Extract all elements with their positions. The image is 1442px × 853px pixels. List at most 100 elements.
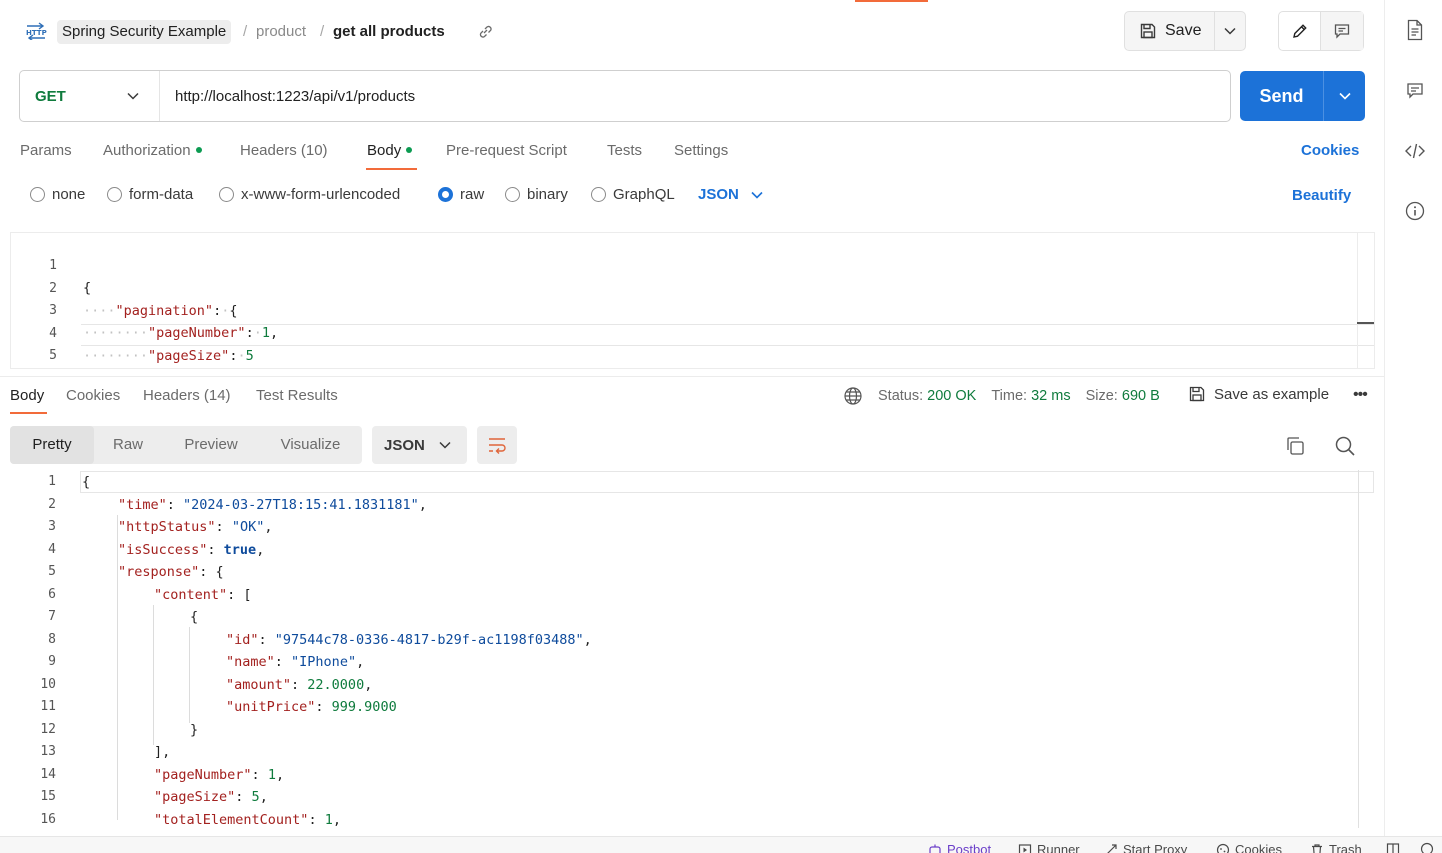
radio-form-data[interactable]: form-data [107, 186, 193, 203]
link-icon[interactable] [477, 23, 494, 40]
tab-label: Authorization [103, 142, 191, 159]
radio-raw[interactable]: raw [438, 186, 484, 203]
editor-scrollbar[interactable] [1358, 470, 1359, 828]
response-meta: Status: 200 OK Time: 32 ms Size: 690 B [843, 386, 1160, 406]
tab-params[interactable]: Params [20, 142, 72, 159]
wrap-lines-button[interactable] [477, 426, 517, 464]
runner-icon [1018, 843, 1032, 853]
code-text: "name": "IPhone", [226, 654, 365, 670]
beautify-button[interactable]: Beautify [1292, 187, 1351, 204]
save-as-example-button[interactable]: Save as example [1188, 385, 1329, 403]
breadcrumb-folder[interactable]: product [256, 20, 306, 44]
response-tab-headers[interactable]: Headers (14) [143, 387, 231, 404]
chevron-down-icon [751, 191, 763, 199]
radio-circle [591, 187, 606, 202]
line-number: 14 [40, 766, 56, 782]
request-body-editor[interactable]: 1 { 2 ····"pagination":·{ 3 ········"pag… [10, 232, 1375, 369]
radio-circle-selected [438, 187, 453, 202]
tab-count: (10) [300, 142, 328, 159]
request-name[interactable]: get all products [333, 20, 445, 44]
tab-pre-request-script[interactable]: Pre-request Script [446, 142, 567, 159]
tab-label: Headers [143, 387, 200, 404]
code-text: "content": [ [154, 586, 252, 603]
save-button[interactable]: Save [1125, 12, 1216, 50]
help-button[interactable] [1420, 842, 1434, 853]
send-button[interactable]: Send [1240, 71, 1324, 121]
copy-icon[interactable] [1284, 435, 1306, 457]
tab-label: Headers [240, 142, 297, 159]
cookies-status-button[interactable]: Cookies [1216, 842, 1282, 853]
comment-icon [1334, 24, 1350, 39]
active-tab-indicator [10, 412, 47, 414]
document-icon[interactable] [1404, 19, 1426, 41]
body-format-label: JSON [698, 186, 739, 203]
view-tab-raw[interactable]: Raw [102, 426, 154, 464]
code-line: 1{ [10, 471, 1356, 493]
send-options-caret[interactable] [1324, 71, 1365, 121]
runner-button[interactable]: Runner [1018, 842, 1080, 853]
radio-none[interactable]: none [30, 186, 85, 203]
code-text: "totalElementCount": 1, [154, 811, 341, 828]
edit-comment-group [1278, 11, 1364, 51]
save-options-caret[interactable] [1215, 12, 1245, 50]
response-tab-cookies[interactable]: Cookies [66, 387, 120, 404]
code-line: 6 } [11, 346, 1357, 368]
size-value[interactable]: 690 B [1122, 388, 1160, 404]
tab-settings[interactable]: Settings [674, 142, 728, 159]
code-text: "pageNumber": 1, [154, 766, 285, 783]
comments-button[interactable] [1321, 12, 1363, 50]
postbot-button[interactable]: Postbot [928, 842, 991, 853]
layout-toggle-button[interactable] [1386, 842, 1400, 853]
radio-circle [30, 187, 45, 202]
code-line: 4 "isSuccess": true, [10, 539, 1356, 561]
more-options-button[interactable]: ••• [1353, 386, 1368, 404]
time-value[interactable]: 32 ms [1031, 388, 1071, 404]
globe-icon[interactable] [843, 386, 863, 406]
tab-tests[interactable]: Tests [607, 142, 642, 159]
breadcrumb-collection[interactable]: Spring Security Example [57, 20, 232, 44]
status-dot [406, 147, 413, 154]
proxy-icon [1106, 843, 1117, 853]
radio-label: x-www-form-urlencoded [241, 186, 401, 203]
radio-label: GraphQL [613, 186, 675, 203]
pane-divider[interactable] [0, 376, 1384, 377]
trash-label: Trash [1329, 842, 1362, 853]
code-line: 15 "pageSize": 5, [10, 786, 1356, 808]
start-proxy-button[interactable]: Start Proxy [1104, 842, 1187, 853]
code-icon[interactable] [1404, 140, 1426, 162]
response-tab-body[interactable]: Body [10, 387, 44, 404]
send-button-group: Send [1240, 71, 1365, 121]
line-number: 13 [40, 744, 56, 759]
view-tab-preview[interactable]: Preview [173, 426, 249, 464]
url-input[interactable] [160, 71, 1230, 121]
info-icon[interactable] [1404, 200, 1426, 222]
tab-body[interactable]: Body [367, 142, 413, 159]
view-tab-pretty[interactable]: Pretty [10, 426, 94, 464]
view-tab-visualize[interactable]: Visualize [268, 426, 353, 464]
response-body-viewer[interactable]: 1{2 "time": "2024-03-27T18:15:41.1831181"… [10, 470, 1375, 828]
cookies-link[interactable]: Cookies [1301, 142, 1359, 159]
body-format-select[interactable]: JSON [698, 186, 763, 203]
pencil-icon [1292, 24, 1307, 38]
status-value[interactable]: 200 OK [927, 388, 976, 404]
radio-binary[interactable]: binary [505, 186, 568, 203]
response-format-label: JSON [384, 436, 425, 454]
radio-graphql[interactable]: GraphQL [591, 186, 675, 203]
search-icon[interactable] [1334, 435, 1356, 457]
tab-headers[interactable]: Headers (10) [240, 142, 328, 159]
save-icon [1189, 386, 1205, 402]
method-select[interactable]: GET [20, 71, 160, 121]
code-line: 5 "response": { [10, 561, 1356, 583]
request-header: HTTP Spring Security Example / product /… [0, 0, 1384, 62]
edit-button[interactable] [1279, 12, 1321, 50]
response-tab-test-results[interactable]: Test Results [256, 387, 338, 404]
tab-label: Body [367, 142, 402, 159]
tab-authorization[interactable]: Authorization [103, 142, 202, 159]
line-number: 9 [48, 654, 56, 669]
comment-icon[interactable] [1404, 80, 1426, 102]
radio-circle [107, 187, 122, 202]
editor-scrollbar[interactable] [1357, 233, 1374, 368]
response-format-select[interactable]: JSON [372, 426, 467, 464]
radio-x-www-form-urlencoded[interactable]: x-www-form-urlencoded [219, 186, 400, 203]
trash-button[interactable]: Trash [1310, 842, 1362, 853]
